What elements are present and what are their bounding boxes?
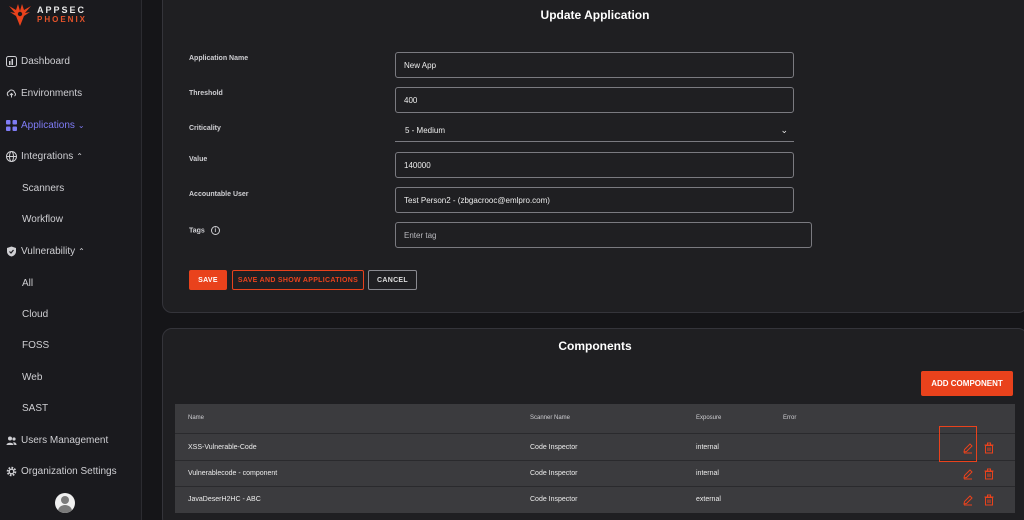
- sidebar-item-foss[interactable]: FOSS: [22, 336, 49, 354]
- shield-icon: [6, 246, 17, 257]
- sidebar-item-workflow[interactable]: Workflow: [22, 210, 63, 228]
- edit-icon[interactable]: [962, 493, 974, 506]
- save-and-show-applications-button[interactable]: SAVE AND SHOW APPLICATIONS: [232, 270, 364, 290]
- phoenix-logo-icon: [9, 4, 31, 26]
- accountable-user-input[interactable]: Test Person2 - (zbgacrooc@emlpro.com): [395, 187, 794, 213]
- sidebar-item-label: Applications: [21, 119, 75, 131]
- column-header-name[interactable]: Name: [188, 415, 204, 421]
- application-name-input[interactable]: New App: [395, 52, 794, 78]
- column-header-scanner-name[interactable]: Scanner Name: [530, 415, 570, 421]
- save-button[interactable]: SAVE: [189, 270, 227, 290]
- exposure: external: [696, 496, 721, 503]
- components-table: Name Scanner Name Exposure Error XSS-Vul…: [175, 404, 1015, 513]
- criticality-label: Criticality: [189, 125, 221, 132]
- logo-text-appsec: APPSEC: [37, 5, 87, 15]
- sidebar-item-cloud[interactable]: Cloud: [22, 305, 48, 323]
- column-header-error[interactable]: Error: [783, 415, 796, 421]
- sidebar-item-label: Organization Settings: [21, 465, 117, 477]
- sidebar-item-label: Users Management: [21, 434, 109, 446]
- sidebar-item-web[interactable]: Web: [22, 368, 42, 386]
- component-name: Vulnerablecode - component: [188, 470, 278, 477]
- value-input[interactable]: 140000: [395, 152, 794, 178]
- user-avatar[interactable]: [55, 493, 75, 513]
- tags-label-text: Tags: [189, 227, 205, 235]
- scanner-name: Code Inspector: [530, 470, 578, 477]
- criticality-select[interactable]: 5 - Medium ⌄: [395, 120, 794, 142]
- tags-input[interactable]: Enter tag: [395, 222, 812, 248]
- scanner-name: Code Inspector: [530, 496, 578, 503]
- table-row: XSS-Vulnerable-Code Code Inspector inter…: [175, 426, 1015, 462]
- add-component-button[interactable]: ADD COMPONENT: [921, 371, 1013, 396]
- components-title: Components: [558, 339, 632, 353]
- sidebar-item-scanners[interactable]: Scanners: [22, 179, 64, 197]
- delete-icon[interactable]: [983, 441, 995, 454]
- column-header-exposure[interactable]: Exposure: [696, 415, 721, 421]
- value-label: Value: [189, 156, 208, 163]
- info-icon[interactable]: i: [210, 226, 220, 235]
- exposure: internal: [696, 470, 719, 477]
- sidebar-item-all[interactable]: All: [22, 274, 33, 292]
- sidebar-item-label: Dashboard: [21, 55, 70, 67]
- appsec-phoenix-logo[interactable]: APPSEC PHOENIX: [6, 2, 116, 28]
- components-card: Components ADD COMPONENT Name Scanner Na…: [162, 328, 1024, 520]
- chevron-up-icon: ⌃: [76, 151, 83, 161]
- sidebar-item-label: Environments: [21, 87, 83, 99]
- chevron-down-icon: ⌄: [77, 120, 85, 130]
- component-name: XSS-Vulnerable-Code: [188, 444, 257, 451]
- sidebar-item-label: Integrations: [21, 150, 74, 162]
- delete-icon[interactable]: [983, 493, 995, 506]
- chevron-down-icon: ⌄: [780, 125, 788, 135]
- grid-icon: [6, 119, 17, 131]
- users-icon: [6, 435, 17, 446]
- delete-icon[interactable]: [983, 467, 995, 480]
- sidebar-item-users-management[interactable]: Users Management: [6, 431, 108, 449]
- criticality-selected-value: 5 - Medium: [405, 126, 446, 135]
- exposure: internal: [696, 444, 719, 451]
- edit-icon[interactable]: [962, 467, 974, 480]
- table-row: JavaDeserH2HC - ABC Code Inspector exter…: [175, 487, 1015, 513]
- sidebar-item-organization-settings[interactable]: Organization Settings: [6, 462, 117, 480]
- globe-icon: [6, 150, 17, 162]
- sidebar-item-label: Vulnerability: [21, 245, 76, 257]
- cancel-button[interactable]: CANCEL: [368, 270, 417, 290]
- chart-icon: [6, 55, 17, 67]
- accountable-user-label: Accountable User: [189, 191, 249, 198]
- sidebar-item-environments[interactable]: Environments: [6, 84, 82, 102]
- cloud-upload-icon: [6, 88, 17, 99]
- scanner-name: Code Inspector: [530, 444, 578, 451]
- table-row: Vulnerablecode - component Code Inspecto…: [175, 461, 1015, 487]
- sidebar-item-sast[interactable]: SAST: [22, 399, 48, 417]
- table-header: Name Scanner Name Exposure Error: [175, 404, 1015, 434]
- threshold-input[interactable]: 400: [395, 87, 794, 113]
- sidebar: APPSEC PHOENIX Dashboard Environments Ap…: [0, 0, 142, 520]
- application-name-label: Application Name: [189, 55, 249, 62]
- gear-icon: [6, 466, 17, 477]
- sidebar-item-dashboard[interactable]: Dashboard: [6, 52, 70, 70]
- threshold-label: Threshold: [189, 90, 223, 97]
- chevron-up-icon: ⌃: [78, 246, 85, 256]
- component-name: JavaDeserH2HC - ABC: [188, 496, 261, 503]
- sidebar-item-vulnerability[interactable]: Vulnerability ⌃: [6, 242, 85, 260]
- edit-icon[interactable]: [962, 441, 974, 454]
- logo-text-phoenix: PHOENIX: [37, 15, 88, 24]
- update-application-title: Update Application: [540, 8, 650, 22]
- update-application-card: Update Application Application Name New …: [162, 0, 1024, 313]
- sidebar-item-applications[interactable]: Applications ⌄: [6, 116, 85, 134]
- tags-label: Tags i: [189, 226, 220, 235]
- sidebar-item-integrations[interactable]: Integrations ⌃: [6, 147, 83, 165]
